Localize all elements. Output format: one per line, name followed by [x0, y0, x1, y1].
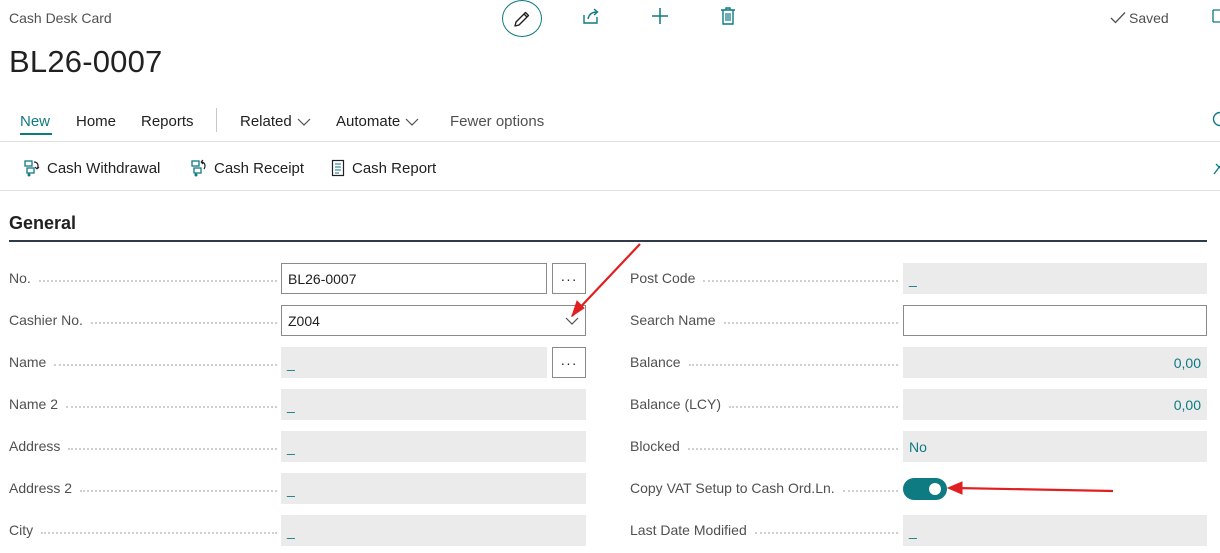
name-assist-button[interactable]: ··· — [552, 347, 586, 378]
window-edge-icon[interactable] — [1210, 9, 1220, 23]
field-label-copy-vat-setup: Copy VAT Setup to Cash Ord.Ln. — [630, 480, 898, 496]
field-label-no: No. — [9, 270, 277, 286]
balance-lcy-field: 0,00 — [903, 389, 1207, 420]
field-label-address-2: Address 2 — [9, 480, 277, 496]
menu-home[interactable]: Home — [76, 113, 116, 130]
field-label-name-2: Name 2 — [9, 396, 277, 412]
name-2-field: _ — [281, 389, 586, 420]
chevron-down-icon — [565, 317, 579, 325]
copy-vat-setup-toggle[interactable] — [903, 478, 947, 500]
trash-icon — [721, 7, 735, 25]
cash-report-button[interactable]: Cash Report — [331, 159, 436, 177]
city-field: _ — [281, 515, 586, 546]
menu-automate[interactable]: Automate — [336, 113, 419, 130]
chevron-down-icon — [297, 118, 311, 126]
address-2-field: _ — [281, 473, 586, 504]
field-label-last-date-modified: Last Date Modified — [630, 522, 898, 538]
cash-receipt-button[interactable]: Cash Receipt — [191, 159, 304, 177]
delete-button[interactable] — [717, 5, 739, 27]
cash-withdrawal-icon — [24, 160, 40, 177]
pencil-icon — [514, 11, 530, 27]
menu-separator — [216, 108, 217, 132]
no-assist-button[interactable]: ··· — [552, 263, 586, 294]
divider — [0, 141, 1220, 142]
pin-icon[interactable] — [1212, 160, 1220, 176]
page-kind-label: Cash Desk Card — [9, 10, 112, 26]
search-name-input[interactable] — [903, 305, 1207, 336]
section-rule — [9, 240, 1207, 242]
field-label-post-code: Post Code — [630, 270, 898, 286]
record-title: BL26-0007 — [9, 44, 163, 79]
last-date-modified-field: _ — [903, 515, 1207, 546]
menu-related[interactable]: Related — [240, 113, 311, 130]
field-label-blocked: Blocked — [630, 438, 898, 454]
saved-status: Saved — [1110, 10, 1169, 26]
no-input[interactable]: BL26-0007 — [281, 263, 547, 294]
field-label-balance: Balance — [630, 354, 898, 370]
field-label-search-name: Search Name — [630, 312, 898, 328]
menu-new-underline — [20, 133, 52, 135]
blocked-field: No — [903, 431, 1207, 462]
plus-icon — [652, 8, 668, 24]
post-code-field: _ — [903, 263, 1207, 294]
toggle-knob — [929, 483, 941, 495]
field-label-cashier-no: Cashier No. — [9, 312, 277, 328]
address-field: _ — [281, 431, 586, 462]
balance-field: 0,00 — [903, 347, 1207, 378]
menu-new[interactable]: New — [20, 113, 50, 130]
cash-receipt-icon — [191, 159, 206, 177]
edit-button[interactable] — [502, 0, 542, 37]
share-button[interactable] — [580, 5, 602, 27]
annotation-arrow-toggle — [954, 486, 1114, 493]
search-icon[interactable] — [1211, 111, 1220, 129]
chevron-down-icon — [405, 118, 419, 126]
divider — [0, 190, 1220, 191]
name-field: _ — [281, 347, 547, 378]
report-icon — [331, 159, 345, 177]
cashier-no-select[interactable]: Z004 — [281, 305, 586, 336]
field-label-city: City — [9, 522, 277, 538]
share-icon — [583, 8, 599, 24]
field-label-name: Name — [9, 354, 277, 370]
check-icon — [1110, 12, 1126, 24]
menu-fewer-options[interactable]: Fewer options — [450, 113, 544, 130]
field-label-address: Address — [9, 438, 277, 454]
field-label-balance-lcy: Balance (LCY) — [630, 396, 898, 412]
saved-label: Saved — [1129, 10, 1169, 26]
new-record-button[interactable] — [649, 5, 671, 27]
section-title: General — [9, 213, 77, 233]
cash-withdrawal-button[interactable]: Cash Withdrawal — [24, 159, 160, 177]
menu-reports[interactable]: Reports — [141, 113, 194, 130]
